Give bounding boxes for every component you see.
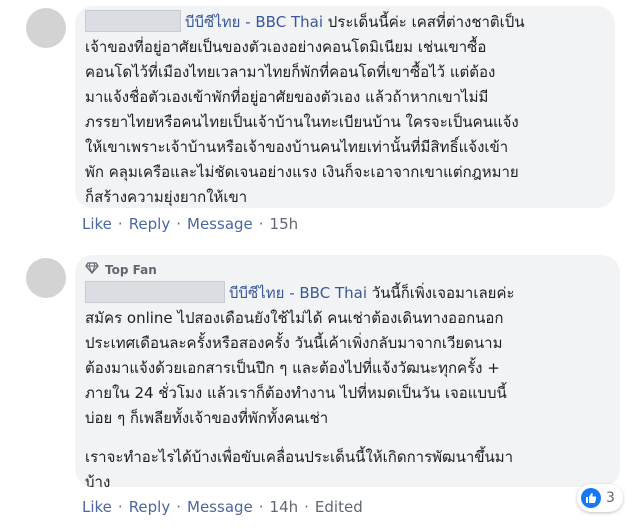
comment-actions: Like · Reply · Message · 14h · Edited [82,498,363,516]
comment-author-link[interactable]: บีบีซีไทย - BBC Thai [185,13,323,31]
comment-author-link[interactable]: บีบีซีไทย - BBC Thai [229,284,367,302]
comment-line: ประเทศเดือนละครั้งหรือสองครั้ง วันนี้เค้… [85,334,503,352]
avatar[interactable] [26,258,66,298]
like-button[interactable]: Like [82,215,112,233]
comment-line: สมัคร online ไปสองเดือนยังใช้ไม่ได้ คนเช… [85,309,504,327]
message-button[interactable]: Message [187,215,253,233]
comment-line: ต้องมาแจ้งด้วยเอกสารเป็นปึก ๆ และต้องไปท… [85,359,500,377]
reaction-summary[interactable]: 3 [577,484,623,512]
comment-bubble: บีบีซีไทย - BBC Thai ประเด็นนี้ค่ะ เคสที… [75,6,615,208]
reply-button[interactable]: Reply [129,215,171,233]
message-button[interactable]: Message [187,498,253,516]
comment-line: เราจะทำอะไรได้บ้างเพื่อขับเคลื่อนประเด็น… [85,448,514,466]
redacted-name [85,10,181,32]
badge-label: Top Fan [105,263,157,277]
comment-line: ภายใน 24 ชั่วโมง แล้วเราก็ต้องทำงาน ไปที… [85,384,507,402]
comment-line: พัก คลุมเครือและไม่ชัดเจนอย่างแรง เงินก็… [85,163,519,181]
redacted-name [85,281,225,303]
like-icon [581,488,601,508]
edited-label: Edited [314,498,363,516]
comment-line: คอนโดไว้ที่เมืองไทยเวลามาไทยก็พักที่คอนโ… [85,63,496,81]
comment-line: ให้เขาเพราะเจ้าบ้านหรือเจ้าของบ้านคนไทยเ… [85,138,509,156]
comment-line: ก็สร้างความยุ่งยากให้เขา [85,188,248,206]
comment-line: บ้าง [85,473,111,487]
avatar[interactable] [26,8,66,48]
top-fan-badge: Top Fan [85,261,610,279]
comment-bubble: Top Fan บีบีซีไทย - BBC Thai วันนี้ก็เพิ… [75,255,620,487]
comment-line: ภรรยาไทยหรือคนไทยเป็นเจ้าบ้านในทะเบียนบ้… [85,113,519,131]
timestamp-link[interactable]: 14h [270,498,299,516]
comment-line: บ่อย ๆ ก็เพลียทั้งเจ้าของที่พักทั้งคนเช่… [85,409,329,427]
comment-line: มาแจ้งชื่อตัวเองเข้าพักที่อยู่อาศัยของตั… [85,88,489,106]
comment-actions: Like · Reply · Message · 15h [82,215,299,233]
reaction-count: 3 [606,490,615,506]
comment-line: บีบีซีไทย - BBC Thai วันนี้ก็เพิ่งเจอมาเ… [85,281,610,306]
comment-line: เจ้าของที่อยู่อาศัยเป็นของตัวเองอย่างคอน… [85,38,487,56]
comment-line: บีบีซีไทย - BBC Thai ประเด็นนี้ค่ะ เคสที… [85,10,605,35]
like-button[interactable]: Like [82,498,112,516]
diamond-icon [85,262,99,278]
timestamp-link[interactable]: 15h [270,215,299,233]
reply-button[interactable]: Reply [129,498,171,516]
